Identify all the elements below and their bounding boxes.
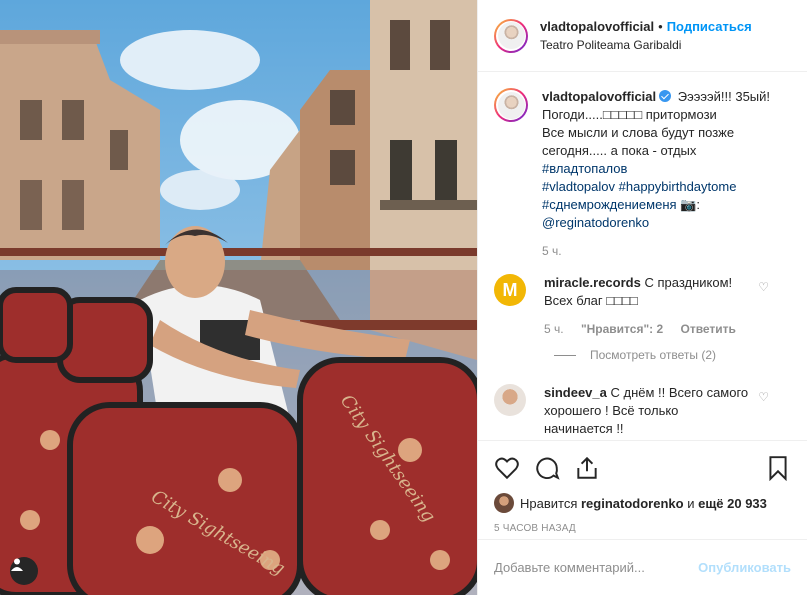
- post-actions-area: Нравится reginatodorenko и ещё 20 933 5 …: [478, 440, 807, 534]
- likes-count[interactable]: ещё 20 933: [698, 496, 767, 511]
- reply-button[interactable]: Ответить: [680, 322, 735, 336]
- hashtag-link[interactable]: #сднемрождениеменя: [542, 197, 677, 212]
- likes-prefix: Нравится: [520, 495, 578, 511]
- commenter-username[interactable]: sindeev_a: [544, 385, 607, 400]
- header-text: vladtopalovofficial • Подписаться Teatro P…: [540, 19, 752, 52]
- post-timestamp[interactable]: 5 ЧАСОВ НАЗАД: [478, 513, 807, 534]
- hashtag-link[interactable]: #happybirthdaytome: [619, 179, 737, 194]
- post-side-panel: vladtopalovofficial • Подписаться Teatro P…: [477, 0, 807, 595]
- add-comment-input[interactable]: [494, 560, 699, 575]
- camera-icon: 📷:: [680, 197, 700, 212]
- follow-button[interactable]: Подписаться: [667, 19, 752, 34]
- comment-meta: 5 ч. "Нравится": 2 Ответить: [544, 320, 791, 338]
- comment-likes[interactable]: "Нравится": 2: [581, 322, 663, 336]
- caption-meta: 5 ч.: [542, 242, 791, 260]
- mention-link[interactable]: @reginatodorenko: [542, 214, 791, 232]
- view-replies-button[interactable]: Посмотреть ответы (2): [554, 348, 791, 362]
- tagged-users-button[interactable]: [10, 557, 38, 585]
- view-replies-label: Посмотреть ответы (2): [590, 348, 717, 362]
- add-comment-bar: Опубликовать: [478, 539, 807, 595]
- commenter-avatar[interactable]: M: [494, 274, 526, 306]
- comment-item: M miracle.records С праздником! Всех бла…: [494, 274, 791, 338]
- caption-line3: Все мысли и слова будут позже: [542, 125, 735, 140]
- like-comment-icon[interactable]: ♡: [758, 280, 769, 294]
- caption-line4: сегодня..... а пока - отдых: [542, 143, 697, 158]
- caption-username[interactable]: vladtopalovofficial: [542, 89, 656, 104]
- comment-text: Всех благ □□□□: [544, 293, 638, 308]
- action-bar: [478, 441, 807, 485]
- comment-item: sindeev_a С днём !! Всего самого хорошег…: [494, 384, 791, 438]
- comment-body: sindeev_a С днём !! Всего самого хорошег…: [544, 384, 791, 438]
- caption-line1: Эээээй!!! 35ый!: [677, 89, 771, 104]
- verified-icon: [659, 90, 672, 102]
- caption-body: vladtopalovofficial Эээээй!!! 35ый! Пого…: [542, 88, 791, 260]
- publish-button[interactable]: Опубликовать: [698, 560, 791, 575]
- caption-time[interactable]: 5 ч.: [542, 244, 562, 258]
- author-username[interactable]: vladtopalovofficial: [540, 19, 654, 34]
- separator-dot: •: [658, 19, 663, 34]
- liker-username[interactable]: reginatodorenko: [581, 496, 684, 511]
- caption-avatar[interactable]: [494, 88, 528, 122]
- avatar-letter: M: [502, 279, 518, 300]
- heart-icon[interactable]: [494, 455, 520, 481]
- comment-body: miracle.records С праздником! Всех благ …: [544, 274, 791, 338]
- caption: vladtopalovofficial Эээээй!!! 35ый! Пого…: [494, 88, 791, 260]
- post-container: City Sightseeing City Sightseeing vladto…: [0, 0, 807, 595]
- hashtag-link[interactable]: #vladtopalov: [542, 179, 615, 194]
- photo-illustration: City Sightseeing City Sightseeing: [0, 0, 477, 595]
- liker-avatar[interactable]: [494, 493, 514, 513]
- comments-list[interactable]: vladtopalovofficial Эээээй!!! 35ый! Пого…: [478, 72, 807, 440]
- commenter-username[interactable]: miracle.records: [544, 275, 641, 290]
- post-photo[interactable]: City Sightseeing City Sightseeing: [0, 0, 477, 595]
- comment-time[interactable]: 5 ч.: [544, 322, 564, 336]
- bookmark-icon[interactable]: [765, 455, 791, 481]
- comment-icon[interactable]: [534, 455, 560, 481]
- comment-text: С днём !! Всего самого: [610, 385, 749, 400]
- comment-text: С праздником!: [644, 275, 733, 290]
- post-header: vladtopalovofficial • Подписаться Teatro P…: [478, 0, 807, 72]
- replies-line: [554, 354, 576, 356]
- post-location[interactable]: Teatro Politeama Garibaldi: [540, 38, 752, 52]
- hashtag-link[interactable]: #владтопалов: [542, 160, 791, 178]
- comment-text: начинается !!: [544, 421, 624, 436]
- author-avatar[interactable]: [494, 18, 528, 53]
- likes-middle: и: [687, 495, 695, 511]
- like-comment-icon[interactable]: ♡: [758, 390, 769, 404]
- caption-line2: Погоди.....□□□□□ притормози: [542, 107, 717, 122]
- likes-summary: Нравится reginatodorenko и ещё 20 933: [478, 485, 807, 513]
- share-icon[interactable]: [574, 455, 600, 481]
- commenter-avatar[interactable]: [494, 384, 526, 416]
- user-icon: [11, 558, 23, 571]
- comment-text: хорошего ! Всё только: [544, 403, 679, 418]
